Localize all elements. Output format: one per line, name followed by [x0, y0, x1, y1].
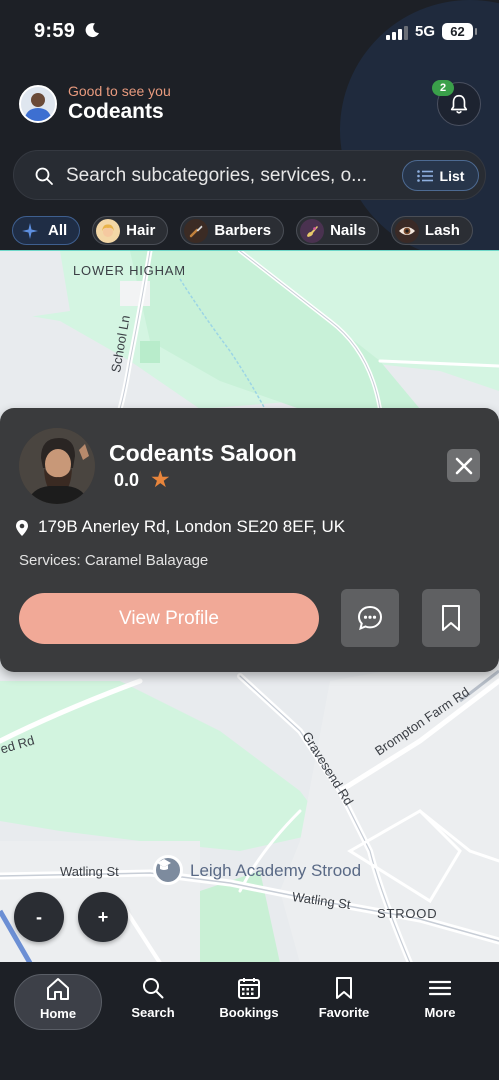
- nav-home[interactable]: Home: [14, 974, 102, 1030]
- category-chips: All Hair Barbers Nails Lash: [12, 216, 487, 246]
- search-input[interactable]: Search subcategories, services, o...: [66, 165, 367, 187]
- category-chip-all[interactable]: All: [12, 216, 81, 245]
- notification-badge: 2: [432, 80, 454, 96]
- calendar-icon: [205, 974, 293, 1002]
- chat-icon: [357, 605, 383, 631]
- nav-bookings[interactable]: Bookings: [205, 974, 293, 1030]
- zoom-out-label: -: [36, 906, 42, 927]
- user-avatar[interactable]: [19, 85, 57, 123]
- nav-label: Bookings: [219, 1005, 279, 1020]
- salon-services: Services: Caramel Balayage: [19, 552, 209, 569]
- zoom-in-button[interactable]: +: [78, 892, 128, 942]
- zoom-out-button[interactable]: -: [14, 892, 64, 942]
- list-view-button[interactable]: List: [402, 160, 479, 191]
- network-type: 5G: [415, 23, 436, 40]
- salon-rating: 0.0: [114, 470, 140, 490]
- signal-icon: [386, 26, 408, 40]
- salon-name: Codeants Saloon: [109, 440, 297, 466]
- status-time: 9:59: [34, 20, 76, 42]
- salon-avatar: [19, 428, 95, 504]
- bottom-navigation: Home Search Bookings Favorite More: [0, 962, 499, 1080]
- menu-icon: [396, 974, 484, 1002]
- list-button-label: List: [439, 167, 465, 184]
- search-icon: [109, 974, 197, 1002]
- hair-icon: [96, 218, 121, 243]
- zoom-in-label: +: [97, 906, 109, 927]
- map-label: LOWER HIGHAM: [73, 263, 186, 278]
- nav-favorite[interactable]: Favorite: [300, 974, 388, 1030]
- bell-icon: [450, 94, 468, 114]
- star-icon: ★: [150, 466, 171, 492]
- nav-more[interactable]: More: [396, 974, 484, 1030]
- category-chip-label: Lash: [424, 222, 460, 239]
- nav-label: Favorite: [318, 1005, 370, 1020]
- location-pin-icon: [16, 520, 28, 536]
- salon-address: 179B Anerley Rd, London SE20 8EF, UK: [38, 517, 346, 536]
- sparkle-icon: [18, 219, 42, 243]
- user-name: Codeants: [68, 100, 164, 123]
- category-chip-label: Barbers: [214, 222, 272, 239]
- salon-card[interactable]: Codeants Saloon 0.0 ★ 179B Anerley Rd, L…: [0, 408, 499, 672]
- category-chip-label: All: [48, 222, 68, 239]
- app-header: 9:59 5G 62 Good to see you Codeants 2 Se…: [0, 0, 499, 250]
- poi-label[interactable]: Leigh Academy Strood: [190, 861, 361, 881]
- nav-label: More: [424, 1005, 456, 1020]
- category-chip-lash[interactable]: Lash: [390, 216, 473, 245]
- home-icon: [15, 975, 101, 1003]
- category-chip-hair[interactable]: Hair: [92, 216, 169, 245]
- list-icon: [416, 169, 433, 182]
- search-bar[interactable]: Search subcategories, services, o... Lis…: [13, 150, 486, 200]
- close-card-button[interactable]: [447, 449, 480, 482]
- chat-button[interactable]: [341, 589, 399, 647]
- barber-portrait-icon: [19, 428, 95, 504]
- bookmark-icon: [300, 974, 388, 1002]
- nail-polish-icon: [300, 218, 325, 243]
- person-icon: [21, 87, 55, 121]
- bookmark-button[interactable]: [422, 589, 480, 647]
- category-chip-barbers[interactable]: Barbers: [180, 216, 285, 245]
- close-icon: [455, 457, 472, 474]
- category-chip-label: Nails: [330, 222, 366, 239]
- status-bar: 9:59 5G 62: [0, 0, 499, 64]
- view-profile-button[interactable]: View Profile: [19, 593, 319, 644]
- eye-icon: [394, 218, 419, 243]
- nav-label: Home: [39, 1006, 77, 1021]
- nav-search[interactable]: Search: [109, 974, 197, 1030]
- moon-icon: [85, 23, 99, 38]
- search-icon: [35, 167, 53, 185]
- razor-icon: [184, 218, 209, 243]
- nav-label: Search: [131, 1005, 175, 1020]
- map-label: Watling St: [60, 864, 119, 879]
- bookmark-icon: [442, 605, 460, 631]
- category-chip-label: Hair: [126, 222, 156, 239]
- school-icon[interactable]: [153, 855, 183, 885]
- greeting-text: Good to see you: [68, 83, 171, 99]
- category-chip-nails[interactable]: Nails: [296, 216, 379, 245]
- map-label: STROOD: [377, 906, 438, 921]
- battery-icon: 62: [442, 23, 477, 40]
